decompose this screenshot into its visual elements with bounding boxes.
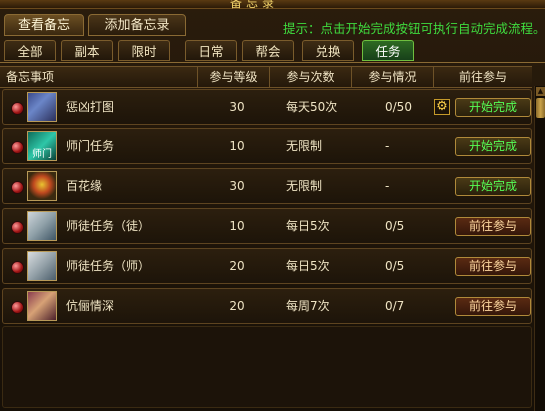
column-header-status: 参与情况	[352, 67, 434, 87]
red-bullet-icon	[11, 261, 24, 274]
red-bullet-icon	[11, 221, 24, 234]
column-header-item: 备忘事项	[0, 67, 198, 87]
memo-window: 备忘录 查看备忘 添加备忘录 提示：点击开始完成按钮可执行自动完成流程。 全部 …	[0, 0, 545, 411]
red-bullet-icon	[11, 141, 24, 154]
red-bullet-icon	[11, 301, 24, 314]
start-complete-button[interactable]: 开始完成	[455, 98, 531, 117]
table-row: 惩凶打图 30 每天50次 0/50 ⚙ 开始完成	[2, 89, 532, 125]
row-status: -	[385, 179, 390, 193]
goto-participate-button[interactable]: 前往参与	[455, 297, 531, 316]
column-header-level: 参与等级	[198, 67, 270, 87]
window-title: 备忘录	[230, 0, 279, 10]
row-times: 每日5次	[286, 259, 330, 273]
table-row: 师徒任务（师） 20 每日5次 0/5 前往参与	[2, 248, 532, 284]
lady-portrait-icon	[27, 291, 57, 321]
scrollbar[interactable]: ▲	[534, 86, 545, 411]
row-name: 惩凶打图	[66, 100, 115, 114]
mentor-emblem-icon: 师门	[27, 131, 57, 161]
start-complete-button[interactable]: 开始完成	[455, 177, 531, 196]
category-tab-limited[interactable]: 限时	[118, 40, 170, 61]
category-tab-all[interactable]: 全部	[4, 40, 56, 61]
category-tabs: 全部 副本 限时 日常 帮会 兑换 任务	[0, 40, 545, 63]
row-level: 20	[229, 299, 245, 313]
row-status: 0/5	[385, 219, 405, 233]
elder-portrait-icon	[27, 251, 57, 281]
row-name: 师徒任务（师）	[66, 259, 151, 273]
goto-participate-button[interactable]: 前往参与	[455, 217, 531, 236]
category-tab-guild[interactable]: 帮会	[242, 40, 294, 61]
row-level: 10	[229, 139, 245, 153]
category-tab-dungeon[interactable]: 副本	[61, 40, 113, 61]
row-level: 10	[229, 219, 245, 233]
row-times: 每周7次	[286, 299, 330, 313]
row-status: -	[385, 139, 390, 153]
row-times: 每日5次	[286, 219, 330, 233]
tab-view-memo[interactable]: 查看备忘	[4, 14, 84, 36]
table-row: 百花缘 30 无限制 - 开始完成	[2, 168, 532, 204]
row-level: 20	[229, 259, 245, 273]
category-tab-exchange[interactable]: 兑换	[302, 40, 354, 61]
row-level: 30	[229, 100, 245, 114]
empty-list-area	[2, 326, 532, 408]
column-header-times: 参与次数	[270, 67, 352, 87]
row-level: 30	[229, 179, 245, 193]
scroll-thumb[interactable]	[536, 98, 545, 118]
goto-participate-button[interactable]: 前往参与	[455, 257, 531, 276]
red-bullet-icon	[11, 102, 24, 115]
window-titlebar: 备忘录	[0, 0, 545, 10]
gear-icon[interactable]: ⚙	[434, 99, 450, 115]
row-times: 无限制	[286, 139, 323, 153]
row-status: 0/5	[385, 259, 405, 273]
flower-icon	[27, 171, 57, 201]
tab-add-memo[interactable]: 添加备忘录	[88, 14, 186, 36]
start-complete-button[interactable]: 开始完成	[455, 137, 531, 156]
warrior-portrait-icon	[27, 92, 57, 122]
row-name: 师徒任务（徒）	[66, 219, 151, 233]
row-name: 师门任务	[66, 139, 115, 153]
row-times: 无限制	[286, 179, 323, 193]
category-tab-quest[interactable]: 任务	[362, 40, 414, 61]
table-row: 伉俪情深 20 每周7次 0/7 前往参与	[2, 288, 532, 324]
row-status: 0/7	[385, 299, 405, 313]
red-bullet-icon	[11, 181, 24, 194]
table-header: 备忘事项 参与等级 参与次数 参与情况 前往参与	[0, 66, 532, 88]
table-row: 师门 师门任务 10 无限制 - 开始完成	[2, 128, 532, 164]
hint-text: 提示：点击开始完成按钮可执行自动完成流程。	[283, 21, 545, 36]
row-status: 0/50	[385, 100, 412, 114]
row-name: 伉俪情深	[66, 299, 115, 313]
table-row: 师徒任务（徒） 10 每日5次 0/5 前往参与	[2, 208, 532, 244]
row-times: 每天50次	[286, 100, 338, 114]
scroll-up-arrow-icon[interactable]: ▲	[536, 87, 545, 96]
avatar-text: 师门	[32, 149, 52, 160]
column-header-goto: 前往参与	[458, 70, 507, 84]
elder-portrait-icon	[27, 211, 57, 241]
row-name: 百花缘	[66, 179, 103, 193]
category-tab-daily[interactable]: 日常	[185, 40, 237, 61]
